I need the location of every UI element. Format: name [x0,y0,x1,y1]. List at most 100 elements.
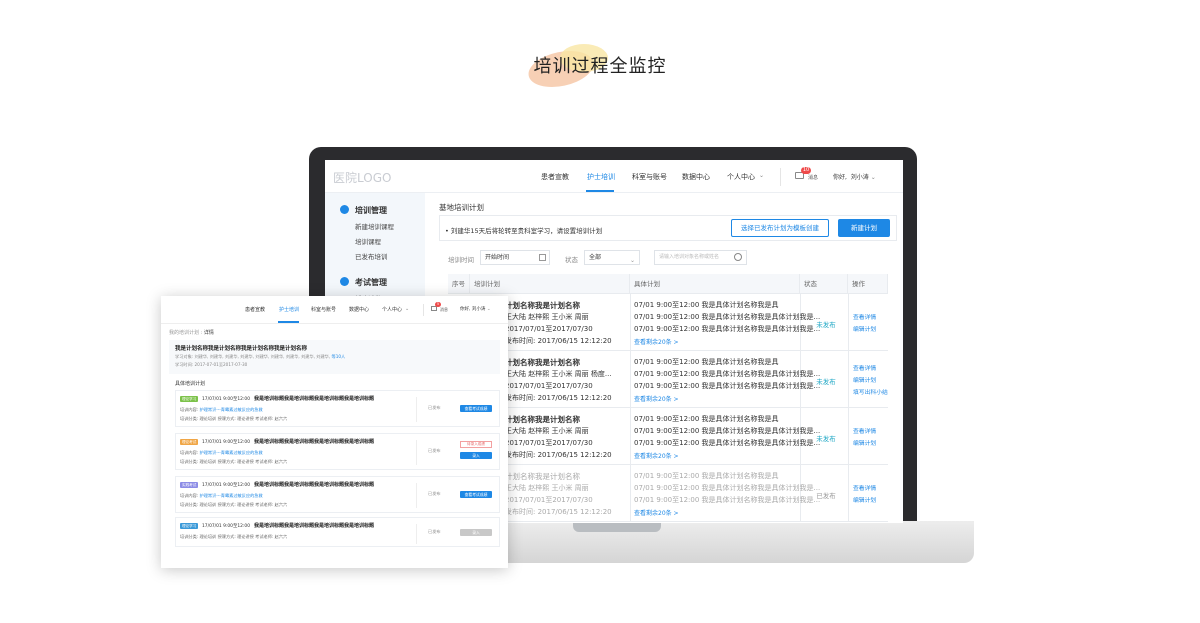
filter-status-label: 状态 [565,256,578,264]
section-title: 具体培训计划 [175,381,206,387]
view-more-link[interactable]: 查看剩余20条 > [634,508,679,517]
divider [780,168,781,186]
more-targets-link[interactable]: 等10人 [332,354,346,359]
status-select[interactable]: 全部 ⌄ [584,250,640,265]
user-menu[interactable]: 你好, 刘小涛 ⌄ [833,172,876,181]
divider [416,440,417,465]
type-tag: 理论考试 [180,439,199,445]
write-summary-link[interactable]: 填写出科小结 [853,387,888,396]
view-more-link[interactable]: 查看剩余20条 > [634,394,679,403]
col-header-ops: 操作 [848,274,888,294]
item-time: 17/07/01 9:00至12:00 [202,440,251,445]
sidebar-item-new-course[interactable]: 新建培训课程 [355,221,394,231]
learning-period: 学习时间: 2017-07-01至2017-07-30 [175,362,248,367]
message-badge: 10 [801,167,811,174]
edit-plan-link[interactable]: 编辑计划 [853,495,876,504]
create-from-template-button[interactable]: 选择已发布计划为模板创建 [731,219,829,237]
user-menu[interactable]: 你好, 刘小涛 ⌄ [460,306,491,312]
item-title: 我是培训标题我是培训标题我是培训标题我是培训标题 [254,523,375,529]
tab-patient-education[interactable]: 患者宣教 [541,172,569,182]
tab-data-center[interactable]: 数据中心 [682,172,710,182]
item-time: 17/07/01 9:00至12:00 [202,397,251,402]
new-plan-button[interactable]: 新建计划 [838,219,890,237]
view-more-link[interactable]: 查看剩余20条 > [634,451,679,460]
list-item: 实践考试 17/07/01 9:00至12:00 我是培训标题我是培训标题我是培… [175,476,500,513]
sidebar-item-published[interactable]: 已发布培训 [355,251,388,261]
chevron-down-icon[interactable]: ⌄ [405,306,409,312]
view-details-link[interactable]: 查看详情 [853,312,876,321]
page-heading: 培训过程全监控 [533,56,667,77]
edit-plan-link[interactable]: 编辑计划 [853,375,876,384]
chevron-down-icon[interactable]: ⌄ [759,172,764,179]
view-details-link[interactable]: 查看详情 [853,363,876,372]
plan-publish-time: 发布时间: 2017/06/15 12:12:20 [505,394,612,402]
notice-text: • 刘建华15天后将轮转至贵科室学习，请设置培训计划 [445,227,603,235]
item-time: 17/07/01 9:00至12:00 [202,524,251,529]
tab-nurse-training[interactable]: 护士培训 [587,172,615,182]
chevron-down-icon: ⌄ [486,307,491,312]
filter-time-label: 培训时间 [448,256,474,264]
item-content: 培训内容: 护理常识---青霉素过敏反应的急救 [180,450,263,455]
plan-period: 2017/07/01至2017/07/30 [505,496,593,504]
top-nav: 患者宣教 护士培训 科室与账号 数据中心 个人中心 ⌄ 5 消息 你好, 刘小涛… [161,296,508,324]
col-header-plan: 培训计划 [470,274,630,294]
plan-item: 07/01 9:00至12:00 我是具体计划名称我是具 [634,415,779,423]
tab-personal-center[interactable]: 个人中心 [382,306,402,313]
training-icon [340,205,349,214]
divider [630,294,631,351]
plan-item: 07/01 9:00至12:00 我是具体计划名称我是具 [634,472,779,480]
enter-score-button[interactable]: 录入 [460,452,492,459]
user-name: 刘小涛 [850,174,869,181]
plan-item: 07/01 9:00至12:00 我是具体计划名称我是具体计划我是... [634,427,821,435]
tab-nurse-training[interactable]: 护士培训 [279,306,299,313]
edit-plan-link[interactable]: 编辑计划 [853,324,876,333]
breadcrumb: 我的培训计划 : 详情 [169,329,214,336]
plan-name: 计划名称我是计划名称 [505,301,580,310]
sidebar-section-exam[interactable]: 考试管理 [355,277,387,288]
edit-plan-link[interactable]: 编辑计划 [853,438,876,447]
page-title: 基地培训计划 [439,203,484,212]
active-tab-indicator [586,190,614,192]
enter-score-button[interactable]: 录入 [460,529,492,536]
tab-data-center[interactable]: 数据中心 [349,306,369,313]
col-header-status: 状态 [800,274,848,294]
plan-title: 我是计划名称我是计划名称我是计划名称我是计划名称 [175,346,308,352]
tab-patient-education[interactable]: 患者宣教 [245,306,265,313]
view-score-button[interactable]: 查看考试成绩 [460,405,492,412]
tab-personal-center[interactable]: 个人中心 [727,172,755,182]
plan-item: 07/01 9:00至12:00 我是具体计划名称我是具体计划我是... [634,496,821,504]
sidebar-item-courses[interactable]: 培训课程 [355,236,381,246]
plan-publish-time: 发布时间: 2017/06/15 12:12:20 [505,508,612,516]
table-row: 计划名称我是计划名称 王大陆 赵梓熙 王小米 周丽 2017/07/01至201… [448,294,888,351]
message-label[interactable]: 消息 [808,174,818,181]
message-label[interactable]: 消息 [440,307,448,313]
item-title: 我是培训标题我是培训标题我是培训标题我是培训标题 [254,439,375,445]
view-details-link[interactable]: 查看详情 [853,426,876,435]
status-badge: 未发布 [816,321,836,329]
status-badge: 未发布 [816,435,836,443]
status-badge: 已发布 [428,491,441,496]
view-details-link[interactable]: 查看详情 [853,483,876,492]
start-date-input[interactable]: 开始时间 [480,250,550,265]
heading-area: 培训过程全监控 [520,42,680,93]
pending-score-note: 待录入成绩 [460,441,492,448]
divider [630,408,631,465]
tab-department-accounts[interactable]: 科室与账号 [311,306,336,313]
chevron-down-icon: ⌄ [629,257,635,264]
hospital-logo: 医院LOGO [333,171,392,185]
view-score-button[interactable]: 查看考试成绩 [460,491,492,498]
plan-people: 王大陆 赵梓熙 王小米 周丽 [505,484,589,492]
greeting: 你好, [833,174,847,181]
breadcrumb-parent[interactable]: 我的培训计划 : [169,330,202,336]
plan-item: 07/01 9:00至12:00 我是具体计划名称我是具体计划我是... [634,325,821,333]
sidebar-section-training[interactable]: 培训管理 [355,205,387,216]
plan-publish-time: 发布时间: 2017/06/15 12:12:20 [505,451,612,459]
tab-department-accounts[interactable]: 科室与账号 [632,172,667,182]
search-input[interactable]: 请输入培训对象名称或姓名 [654,250,747,265]
item-title: 我是培训标题我是培训标题我是培训标题我是培训标题 [254,482,375,488]
item-content: 培训内容: 护理常识---青霉素过敏反应的急救 [180,407,263,412]
divider [800,408,801,465]
stage: 培训过程全监控 医院LOGO 患者宣教 护士培训 科室与账号 数据中心 个人中心… [0,0,1200,623]
view-more-link[interactable]: 查看剩余20条 > [634,337,679,346]
plan-period: 2017/07/01至2017/07/30 [505,382,593,390]
